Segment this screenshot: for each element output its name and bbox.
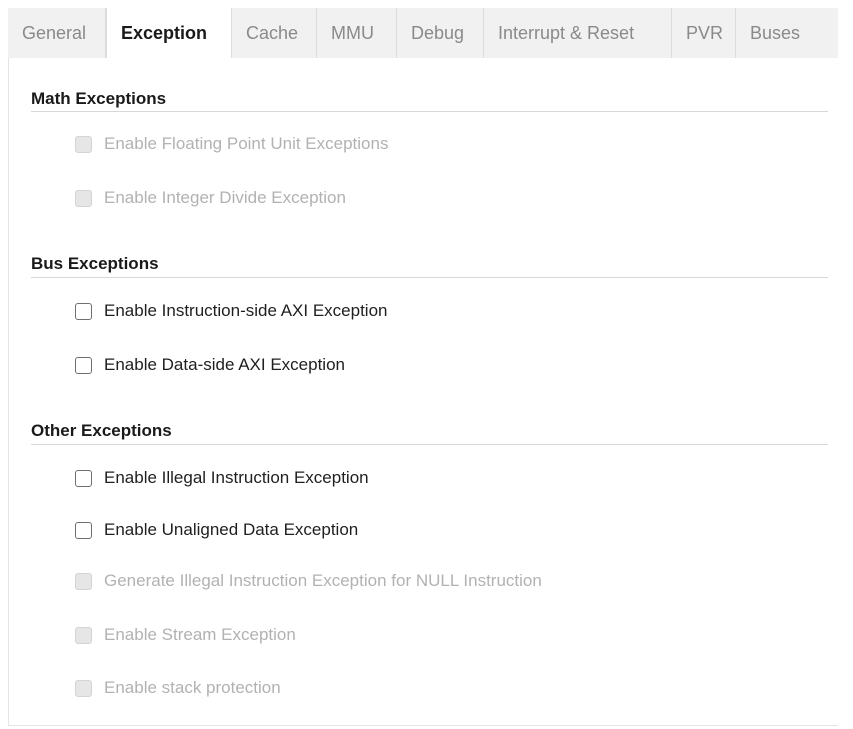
tab-cache[interactable]: Cache bbox=[232, 8, 317, 58]
option-instruction-side-axi-exception[interactable]: Enable Instruction-side AXI Exception bbox=[75, 298, 388, 324]
stack-protection-checkbox[interactable] bbox=[75, 679, 92, 697]
tab-buses[interactable]: Buses bbox=[736, 8, 836, 58]
option-label: Generate Illegal Instruction Exception f… bbox=[104, 571, 542, 590]
section-title-math-exceptions: Math Exceptions bbox=[31, 89, 167, 108]
option-label: Enable stack protection bbox=[104, 678, 281, 697]
option-data-side-axi-exception[interactable]: Enable Data-side AXI Exception bbox=[75, 352, 345, 378]
unaligned-data-exception-checkbox[interactable] bbox=[75, 521, 92, 539]
section-divider bbox=[31, 111, 828, 112]
section-divider bbox=[31, 277, 828, 278]
null-instruction-exception-checkbox[interactable] bbox=[75, 572, 92, 590]
exception-panel: Math Exceptions Enable Floating Point Un… bbox=[8, 58, 838, 726]
section-title-bus-exceptions: Bus Exceptions bbox=[31, 254, 159, 273]
option-null-instruction-exception[interactable]: Generate Illegal Instruction Exception f… bbox=[75, 568, 542, 594]
option-label: Enable Stream Exception bbox=[104, 625, 296, 644]
option-label: Enable Instruction-side AXI Exception bbox=[104, 301, 388, 320]
option-fpu-exceptions[interactable]: Enable Floating Point Unit Exceptions bbox=[75, 131, 388, 157]
tab-exception[interactable]: Exception bbox=[106, 8, 232, 59]
illegal-instruction-exception-checkbox[interactable] bbox=[75, 469, 92, 487]
option-label: Enable Floating Point Unit Exceptions bbox=[104, 134, 389, 153]
integer-divide-exception-checkbox[interactable] bbox=[75, 189, 92, 207]
instruction-side-axi-exception-checkbox[interactable] bbox=[75, 302, 92, 320]
exception-settings-page: General Exception Cache MMU Debug Interr… bbox=[0, 0, 853, 729]
data-side-axi-exception-checkbox[interactable] bbox=[75, 356, 92, 374]
option-stream-exception[interactable]: Enable Stream Exception bbox=[75, 622, 296, 648]
option-label: Enable Illegal Instruction Exception bbox=[104, 468, 369, 487]
section-title-other-exceptions: Other Exceptions bbox=[31, 421, 172, 440]
tab-debug[interactable]: Debug bbox=[397, 8, 484, 58]
option-label: Enable Unaligned Data Exception bbox=[104, 520, 359, 539]
option-label: Enable Data-side AXI Exception bbox=[104, 355, 345, 374]
option-label: Enable Integer Divide Exception bbox=[104, 188, 346, 207]
tab-interrupt-reset[interactable]: Interrupt & Reset bbox=[484, 8, 672, 58]
tab-general[interactable]: General bbox=[8, 8, 106, 58]
option-integer-divide-exception[interactable]: Enable Integer Divide Exception bbox=[75, 185, 346, 211]
tab-bar: General Exception Cache MMU Debug Interr… bbox=[8, 8, 838, 59]
tab-mmu[interactable]: MMU bbox=[317, 8, 397, 58]
option-unaligned-data-exception[interactable]: Enable Unaligned Data Exception bbox=[75, 517, 358, 543]
tab-pvr[interactable]: PVR bbox=[672, 8, 736, 58]
option-stack-protection[interactable]: Enable stack protection bbox=[75, 675, 281, 701]
fpu-exceptions-checkbox[interactable] bbox=[75, 135, 92, 153]
section-divider bbox=[31, 444, 828, 445]
option-illegal-instruction-exception[interactable]: Enable Illegal Instruction Exception bbox=[75, 465, 369, 491]
stream-exception-checkbox[interactable] bbox=[75, 626, 92, 644]
